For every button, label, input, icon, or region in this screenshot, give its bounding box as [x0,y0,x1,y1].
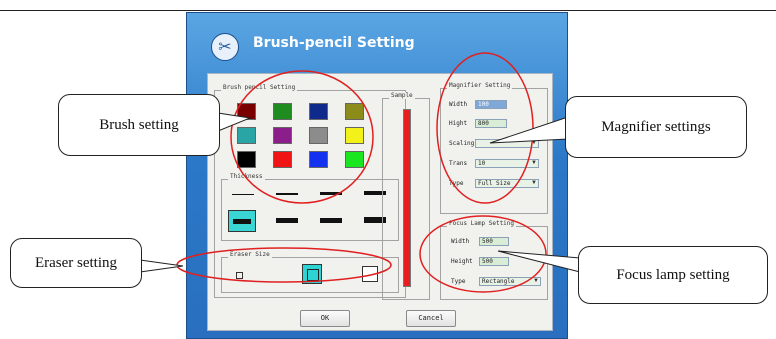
magnifier-settings-callout: Magnifier settings [565,96,747,158]
magnifier-callout-pointer [489,116,569,144]
magnifier-highlight-ellipse [436,52,534,204]
eraser-setting-callout: Eraser setting [10,238,142,288]
focus-lamp-setting-callout: Focus lamp setting [578,246,768,304]
brush-callout-pointer [217,112,252,132]
focus-callout-pointer [497,250,581,273]
brush-setting-callout: Brush setting [58,94,220,156]
eraser-callout-pointer [139,259,184,273]
eraser-highlight-ellipse [176,247,392,283]
brush-highlight-ellipse [230,70,374,204]
